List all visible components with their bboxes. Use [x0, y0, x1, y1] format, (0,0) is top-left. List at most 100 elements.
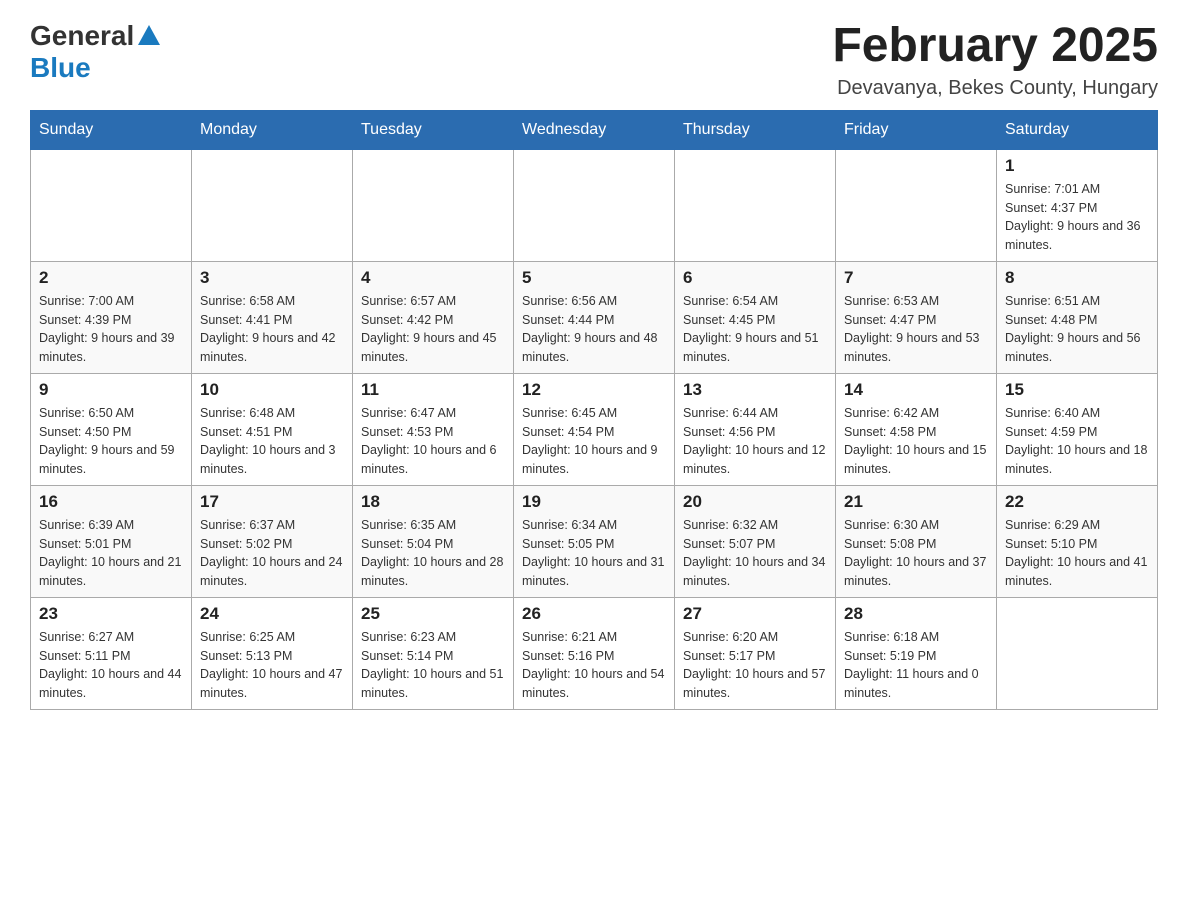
calendar-cell-w5-d2: 24Sunrise: 6:25 AMSunset: 5:13 PMDayligh…: [192, 597, 353, 709]
week-row-3: 9 Sunrise: 6:50 AMSunset: 4:50 PMDaylight…: [31, 373, 1158, 485]
day-number: 14: [844, 380, 988, 400]
week-row-5: 23Sunrise: 6:27 AMSunset: 5:11 PMDayligh…: [31, 597, 1158, 709]
calendar-cell-w4-d2: 17 Sunrise: 6:37 AMSunset: 5:02 PMDayligh…: [192, 485, 353, 597]
month-title: February 2025: [832, 20, 1158, 73]
calendar-cell-w5-d4: 26 Sunrise: 6:21 AMSunset: 5:16 PMDayligh…: [514, 597, 675, 709]
week-row-1: 1Sunrise: 7:01 AMSunset: 4:37 PMDaylight…: [31, 149, 1158, 261]
logo: General Blue: [30, 20, 160, 84]
day-info: Sunrise: 6:56 AMSunset: 4:44 PMDaylight:…: [522, 292, 666, 367]
calendar-cell-w5-d3: 25Sunrise: 6:23 AMSunset: 5:14 PMDayligh…: [353, 597, 514, 709]
calendar-cell-w5-d7: [997, 597, 1158, 709]
day-info: Sunrise: 6:21 AMSunset: 5:16 PMDaylight:…: [522, 628, 666, 703]
day-number: 7: [844, 268, 988, 288]
calendar-cell-w4-d1: 16 Sunrise: 6:39 AMSunset: 5:01 PMDayligh…: [31, 485, 192, 597]
calendar-cell-w2-d7: 8 Sunrise: 6:51 AMSunset: 4:48 PMDaylight…: [997, 261, 1158, 373]
title-area: February 2025 Devavanya, Bekes County, H…: [832, 20, 1158, 100]
day-number: 15: [1005, 380, 1149, 400]
calendar-cell-w3-d1: 9 Sunrise: 6:50 AMSunset: 4:50 PMDaylight…: [31, 373, 192, 485]
day-number: 28: [844, 604, 988, 624]
header-sunday: Sunday: [31, 110, 192, 149]
day-number: 21: [844, 492, 988, 512]
day-info: Sunrise: 6:50 AMSunset: 4:50 PMDaylight:…: [39, 404, 183, 479]
header-friday: Friday: [836, 110, 997, 149]
day-info: Sunrise: 7:00 AMSunset: 4:39 PMDaylight:…: [39, 292, 183, 367]
day-info: Sunrise: 6:32 AMSunset: 5:07 PMDaylight:…: [683, 516, 827, 591]
day-number: 4: [361, 268, 505, 288]
calendar-cell-w3-d3: 11 Sunrise: 6:47 AMSunset: 4:53 PMDayligh…: [353, 373, 514, 485]
day-info: Sunrise: 6:44 AMSunset: 4:56 PMDaylight:…: [683, 404, 827, 479]
day-number: 12: [522, 380, 666, 400]
calendar-cell-w2-d1: 2 Sunrise: 7:00 AMSunset: 4:39 PMDaylight…: [31, 261, 192, 373]
day-info: Sunrise: 6:45 AMSunset: 4:54 PMDaylight:…: [522, 404, 666, 479]
day-number: 22: [1005, 492, 1149, 512]
day-info: Sunrise: 6:18 AMSunset: 5:19 PMDaylight:…: [844, 628, 988, 703]
day-number: 6: [683, 268, 827, 288]
day-info: Sunrise: 6:40 AMSunset: 4:59 PMDaylight:…: [1005, 404, 1149, 479]
day-number: 5: [522, 268, 666, 288]
calendar-cell-w4-d7: 22 Sunrise: 6:29 AMSunset: 5:10 PMDayligh…: [997, 485, 1158, 597]
day-number: 2: [39, 268, 183, 288]
day-info: Sunrise: 6:53 AMSunset: 4:47 PMDaylight:…: [844, 292, 988, 367]
calendar-cell-w1-d4: [514, 149, 675, 261]
day-info: Sunrise: 6:30 AMSunset: 5:08 PMDaylight:…: [844, 516, 988, 591]
day-number: 13: [683, 380, 827, 400]
calendar-cell-w3-d6: 14 Sunrise: 6:42 AMSunset: 4:58 PMDayligh…: [836, 373, 997, 485]
calendar-cell-w4-d6: 21 Sunrise: 6:30 AMSunset: 5:08 PMDayligh…: [836, 485, 997, 597]
day-number: 11: [361, 380, 505, 400]
calendar-cell-w2-d5: 6 Sunrise: 6:54 AMSunset: 4:45 PMDaylight…: [675, 261, 836, 373]
day-info: Sunrise: 6:51 AMSunset: 4:48 PMDaylight:…: [1005, 292, 1149, 367]
day-info: Sunrise: 6:34 AMSunset: 5:05 PMDaylight:…: [522, 516, 666, 591]
day-number: 9: [39, 380, 183, 400]
day-info: Sunrise: 6:48 AMSunset: 4:51 PMDaylight:…: [200, 404, 344, 479]
day-number: 16: [39, 492, 183, 512]
calendar-cell-w2-d2: 3 Sunrise: 6:58 AMSunset: 4:41 PMDaylight…: [192, 261, 353, 373]
calendar-cell-w1-d5: [675, 149, 836, 261]
day-number: 8: [1005, 268, 1149, 288]
calendar-cell-w2-d3: 4 Sunrise: 6:57 AMSunset: 4:42 PMDaylight…: [353, 261, 514, 373]
day-info: Sunrise: 6:39 AMSunset: 5:01 PMDaylight:…: [39, 516, 183, 591]
day-info: Sunrise: 6:37 AMSunset: 5:02 PMDaylight:…: [200, 516, 344, 591]
calendar-cell-w5-d6: 28 Sunrise: 6:18 AMSunset: 5:19 PMDayligh…: [836, 597, 997, 709]
calendar-cell-w4-d4: 19 Sunrise: 6:34 AMSunset: 5:05 PMDayligh…: [514, 485, 675, 597]
day-number: 26: [522, 604, 666, 624]
logo-blue-text: Blue: [30, 52, 91, 83]
calendar-table: Sunday Monday Tuesday Wednesday Thursday…: [30, 110, 1158, 710]
calendar-cell-w1-d6: [836, 149, 997, 261]
calendar-cell-w1-d3: [353, 149, 514, 261]
day-info: Sunrise: 6:58 AMSunset: 4:41 PMDaylight:…: [200, 292, 344, 367]
day-info: Sunrise: 6:54 AMSunset: 4:45 PMDaylight:…: [683, 292, 827, 367]
calendar-cell-w1-d7: 1Sunrise: 7:01 AMSunset: 4:37 PMDaylight…: [997, 149, 1158, 261]
header-tuesday: Tuesday: [353, 110, 514, 149]
day-number: 1: [1005, 156, 1149, 176]
day-number: 23: [39, 604, 183, 624]
day-info: Sunrise: 6:42 AMSunset: 4:58 PMDaylight:…: [844, 404, 988, 479]
calendar-cell-w1-d2: [192, 149, 353, 261]
weekday-header-row: Sunday Monday Tuesday Wednesday Thursday…: [31, 110, 1158, 149]
day-number: 27: [683, 604, 827, 624]
calendar-cell-w1-d1: [31, 149, 192, 261]
day-number: 18: [361, 492, 505, 512]
day-info: Sunrise: 6:23 AMSunset: 5:14 PMDaylight:…: [361, 628, 505, 703]
day-info: Sunrise: 6:35 AMSunset: 5:04 PMDaylight:…: [361, 516, 505, 591]
day-number: 19: [522, 492, 666, 512]
header-wednesday: Wednesday: [514, 110, 675, 149]
logo-general-text: General: [30, 20, 134, 52]
location-subtitle: Devavanya, Bekes County, Hungary: [832, 77, 1158, 100]
day-info: Sunrise: 6:57 AMSunset: 4:42 PMDaylight:…: [361, 292, 505, 367]
day-number: 10: [200, 380, 344, 400]
day-info: Sunrise: 6:20 AMSunset: 5:17 PMDaylight:…: [683, 628, 827, 703]
day-info: Sunrise: 6:47 AMSunset: 4:53 PMDaylight:…: [361, 404, 505, 479]
header-monday: Monday: [192, 110, 353, 149]
calendar-cell-w4-d5: 20Sunrise: 6:32 AMSunset: 5:07 PMDayligh…: [675, 485, 836, 597]
header-saturday: Saturday: [997, 110, 1158, 149]
calendar-cell-w2-d6: 7 Sunrise: 6:53 AMSunset: 4:47 PMDaylight…: [836, 261, 997, 373]
header-thursday: Thursday: [675, 110, 836, 149]
header: General Blue February 2025 Devavanya, Be…: [30, 20, 1158, 100]
day-number: 17: [200, 492, 344, 512]
calendar-cell-w5-d1: 23Sunrise: 6:27 AMSunset: 5:11 PMDayligh…: [31, 597, 192, 709]
day-number: 3: [200, 268, 344, 288]
calendar-cell-w5-d5: 27 Sunrise: 6:20 AMSunset: 5:17 PMDayligh…: [675, 597, 836, 709]
calendar-cell-w3-d5: 13 Sunrise: 6:44 AMSunset: 4:56 PMDayligh…: [675, 373, 836, 485]
calendar-cell-w3-d7: 15 Sunrise: 6:40 AMSunset: 4:59 PMDayligh…: [997, 373, 1158, 485]
day-info: Sunrise: 6:29 AMSunset: 5:10 PMDaylight:…: [1005, 516, 1149, 591]
